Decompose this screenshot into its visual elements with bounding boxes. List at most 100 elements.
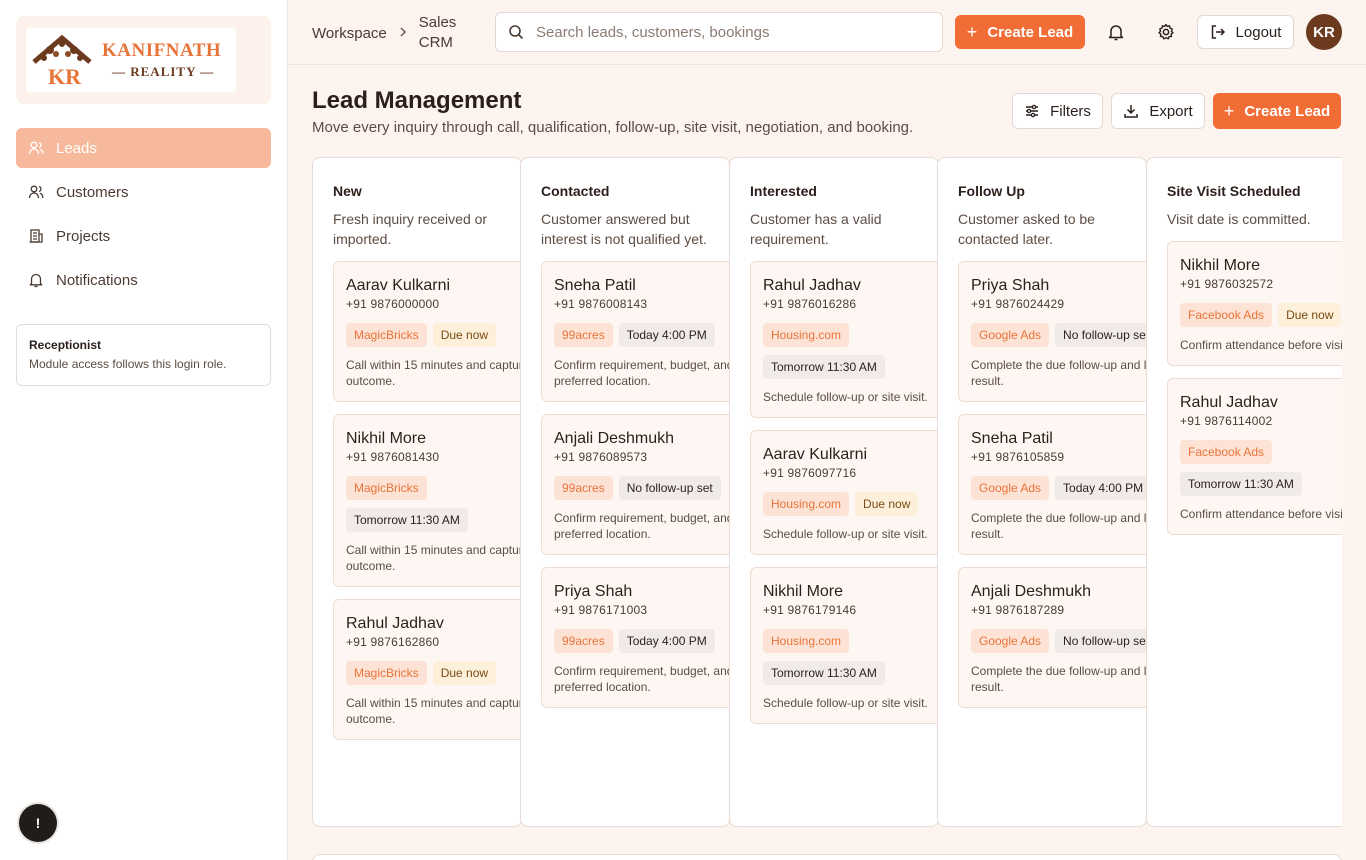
lead-tags: MagicBricks Due now xyxy=(346,661,521,685)
page-subtitle: Move every inquiry through call, qualifi… xyxy=(312,119,914,136)
search-box[interactable] xyxy=(495,12,943,52)
avatar[interactable]: KR xyxy=(1306,14,1342,50)
lead-card[interactable]: Sneha Patil +91 9876105859 Google Ads Today… xyxy=(958,414,1146,555)
column-title: New xyxy=(333,183,362,199)
followup-status-badge: Due now xyxy=(1278,303,1342,327)
lead-card[interactable]: Rahul Jadhav +91 9876162860 MagicBricks Due… xyxy=(333,599,522,740)
column-description: Customer answered but interest is not qu… xyxy=(541,211,707,247)
followup-status-badge: Tomorrow 11:30 AM xyxy=(346,508,468,532)
source-badge: Facebook Ads xyxy=(1180,440,1273,464)
building-icon xyxy=(28,228,44,244)
section-panel xyxy=(312,854,1342,860)
source-badge: Housing.com xyxy=(763,323,850,347)
lead-tags: 99acres No follow-up set xyxy=(554,476,729,500)
lead-next-action: Schedule follow-up or site visit. xyxy=(763,390,928,404)
lead-tags: Google Ads No follow-up set xyxy=(971,629,1146,653)
create-lead-button-top[interactable]: + Create Lead xyxy=(955,15,1085,49)
kanban-column-new: New Fresh inquiry received or imported. Aa… xyxy=(312,157,522,827)
lead-tags: MagicBricks Due now xyxy=(346,323,521,347)
lead-card[interactable]: Aarav Kulkarni +91 9876000000 MagicBricks D… xyxy=(333,261,521,402)
brand-tagline: — REALITY — xyxy=(112,64,215,79)
sidebar-item-customers[interactable]: Customers xyxy=(16,172,271,212)
logo-container: KR KANIFNATH — REALITY — xyxy=(16,16,271,104)
lead-name: Rahul Jadhav xyxy=(1180,394,1278,411)
lead-card[interactable]: Priya Shah +91 9876024429 Google Ads No fol… xyxy=(958,261,1146,402)
sidebar-item-label: Customers xyxy=(56,183,129,201)
lead-phone: +91 9876032572 xyxy=(1180,277,1274,291)
logout-button[interactable]: Logout xyxy=(1197,15,1294,49)
card-list: Aarav Kulkarni +91 9876000000 MagicBricks D… xyxy=(333,261,522,752)
sliders-icon xyxy=(1026,104,1039,118)
brand-tagline-text: REALITY xyxy=(130,64,197,79)
lead-card[interactable]: Sneha Patil +91 9876008143 99acres Today 4:… xyxy=(541,261,729,402)
lead-tags: 99acres Today 4:00 PM xyxy=(554,323,729,347)
lead-phone: +91 9876008143 xyxy=(554,297,648,311)
followup-status-badge: Tomorrow 11:30 AM xyxy=(763,661,885,685)
users-icon xyxy=(28,184,44,200)
create-lead-label: Create Lead xyxy=(1244,102,1331,120)
lead-name: Nikhil More xyxy=(1180,257,1261,274)
lead-next-action: Confirm requirement, budget, and preferr… xyxy=(554,664,730,694)
filters-label: Filters xyxy=(1050,102,1091,120)
source-badge: Housing.com xyxy=(763,492,850,516)
users-icon xyxy=(28,140,44,156)
lead-card[interactable]: Aarav Kulkarni +91 9876097716 Housing.com D… xyxy=(750,430,938,555)
settings-gear-icon[interactable] xyxy=(1152,18,1180,46)
role-title: Receptionist xyxy=(29,338,102,352)
search-input[interactable] xyxy=(536,23,916,41)
followup-status-badge: Tomorrow 11:30 AM xyxy=(763,355,885,379)
source-badge: Google Ads xyxy=(971,629,1050,653)
lead-phone: +91 9876179146 xyxy=(763,603,857,617)
export-button[interactable]: Export xyxy=(1111,93,1205,129)
kanban-column-contacted: Contacted Customer answered but interest … xyxy=(520,157,730,827)
lead-card[interactable]: Nikhil More +91 9876179146 Housing.com Tomo… xyxy=(750,567,938,724)
lead-card[interactable]: Nikhil More +91 9876081430 MagicBricks Tomo… xyxy=(333,414,521,587)
breadcrumb-workspace[interactable]: Workspace xyxy=(312,25,387,42)
lead-card[interactable]: Anjali Deshmukh +91 9876187289 Google Ads N… xyxy=(958,567,1146,708)
role-card: Receptionist Module access follows this … xyxy=(16,324,271,386)
lead-card[interactable]: Priya Shah +91 9876171003 99acres Today 4:0… xyxy=(541,567,730,708)
sidebar-item-label: Leads xyxy=(56,139,97,157)
lead-phone: +91 9876114002 xyxy=(1180,414,1273,428)
lead-phone: +91 9876081430 xyxy=(346,450,440,464)
lead-tags: Housing.com Tomorrow 11:30 AM xyxy=(763,629,938,685)
sidebar-item-label: Notifications xyxy=(56,271,138,289)
plus-icon: + xyxy=(966,21,978,42)
lead-name: Sneha Patil xyxy=(554,277,636,294)
followup-status-badge: Today 4:00 PM xyxy=(618,629,715,653)
help-button[interactable]: ! xyxy=(19,804,57,842)
sidebar-item-leads[interactable]: Leads xyxy=(16,128,271,168)
lead-card[interactable]: Rahul Jadhav +91 9876016286 Housing.com Tom… xyxy=(750,261,938,418)
column-title: Contacted xyxy=(541,183,610,199)
lead-card[interactable]: Nikhil More +91 9876032572 Facebook Ads Due… xyxy=(1167,241,1342,366)
bell-icon xyxy=(28,272,44,288)
create-lead-button[interactable]: + Create Lead xyxy=(1213,93,1341,129)
lead-tags: MagicBricks Tomorrow 11:30 AM xyxy=(346,476,521,532)
sidebar-item-notifications[interactable]: Notifications xyxy=(16,260,271,300)
lead-phone: +91 9876000000 xyxy=(346,297,440,311)
lead-tags: Housing.com Tomorrow 11:30 AM xyxy=(763,323,938,379)
column-description: Customer asked to be contacted later. xyxy=(958,211,1095,247)
breadcrumb: Workspace Sales CRM xyxy=(312,13,463,53)
export-label: Export xyxy=(1149,102,1193,120)
filters-button[interactable]: Filters xyxy=(1012,93,1103,129)
lead-card[interactable]: Anjali Deshmukh +91 9876089573 99acres No f… xyxy=(541,414,729,555)
lead-card[interactable]: Rahul Jadhav +91 9876114002 Facebook Ads To… xyxy=(1167,378,1342,535)
source-badge: 99acres xyxy=(554,323,613,347)
sidebar-item-label: Projects xyxy=(56,227,111,245)
column-title: Site Visit Scheduled xyxy=(1167,183,1301,199)
followup-status-badge: Today 4:00 PM xyxy=(618,323,715,347)
lead-phone: +91 9876024429 xyxy=(971,297,1065,311)
source-badge: MagicBricks xyxy=(346,476,427,500)
kanban-board: New Fresh inquiry received or imported. Aa… xyxy=(312,157,1342,827)
lead-next-action: Call within 15 minutes and capture outco… xyxy=(346,696,522,726)
lead-tags: 99acres Today 4:00 PM xyxy=(554,629,729,653)
brand-name: KANIFNATH xyxy=(102,40,222,61)
sidebar-item-projects[interactable]: Projects xyxy=(16,216,271,256)
notifications-bell-icon[interactable] xyxy=(1102,18,1130,46)
column-title: Follow Up xyxy=(958,183,1025,199)
sidebar-nav: Leads Customers Projects Notifications xyxy=(16,128,271,304)
logo[interactable]: KR KANIFNATH — REALITY — xyxy=(26,28,236,92)
followup-status-badge: No follow-up set xyxy=(1055,629,1146,653)
followup-status-badge: No follow-up set xyxy=(618,476,721,500)
